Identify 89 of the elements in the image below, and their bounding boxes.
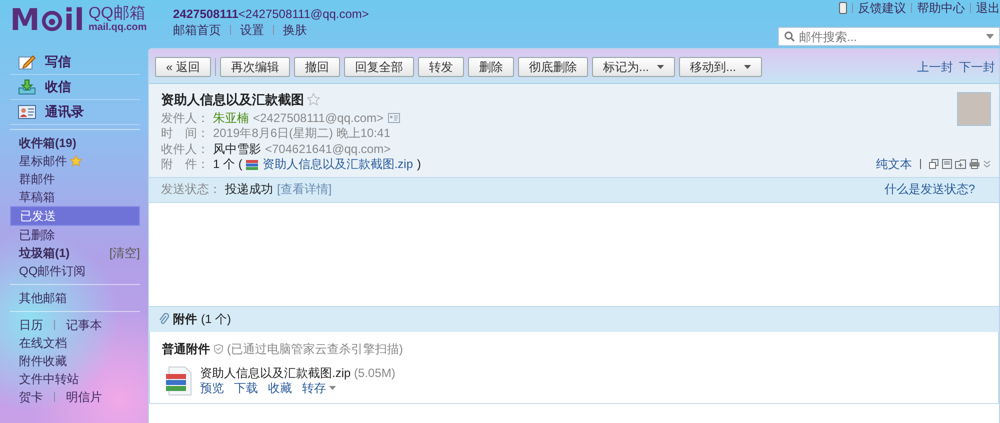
recipient-name: 风中雪影 [213, 142, 261, 157]
folder-item[interactable]: 星标邮件 [10, 152, 140, 170]
file-action-link[interactable]: 预览 [200, 380, 224, 396]
toolbar-button[interactable]: 回复全部 [344, 57, 414, 77]
top-link[interactable]: 帮助中心 [917, 0, 965, 16]
folder-item[interactable]: 收件箱(19) [10, 134, 140, 152]
toolbar-button[interactable]: 删除 [468, 57, 514, 77]
note-icon[interactable] [942, 159, 952, 169]
star-icon[interactable] [307, 93, 320, 106]
toolbar-button[interactable]: 再次编辑 [220, 57, 290, 77]
star-icon [70, 155, 82, 167]
header-link[interactable]: 换肤 [283, 22, 307, 38]
attachment-link[interactable]: 资助人信息以及汇款截图.zip [262, 157, 414, 172]
account-id: 2427508111 [173, 7, 238, 21]
logo[interactable]: M il [10, 6, 84, 36]
caret-icon [329, 386, 336, 390]
account-email: <2427508111@qq.com> [238, 7, 369, 21]
attachments-title: 附件 [173, 310, 197, 328]
folder-item[interactable]: 草稿箱 [10, 188, 140, 206]
search-icon [784, 31, 795, 42]
print-icon[interactable] [969, 159, 980, 169]
folder-item[interactable]: 其他邮箱 [10, 289, 140, 307]
logo-domain: mail.qq.com [88, 21, 147, 35]
folder-item[interactable]: 文件中转站 [10, 370, 140, 388]
folder-item[interactable]: 在线文档 [10, 334, 140, 352]
header-link[interactable]: 邮箱首页 [173, 22, 221, 38]
plain-text-link[interactable]: 纯文本 [876, 156, 912, 172]
window-icon[interactable] [929, 159, 939, 169]
sent-time: 2019年8月6日(星期二) 晚上10:41 [213, 126, 390, 142]
field-label: 发送状态： [161, 181, 221, 198]
folder-icon[interactable] [955, 159, 966, 169]
folder-item[interactable]: 群邮件 [10, 170, 140, 188]
logo-title: QQ邮箱 [88, 7, 146, 21]
sidebar-action[interactable]: 收信 [10, 75, 140, 100]
caret-icon [744, 65, 752, 69]
attachments-count: (1 个) [201, 310, 231, 328]
folder-item[interactable]: 日历 记事本 [10, 316, 140, 334]
archive-file-icon [166, 366, 192, 396]
attachment-count: 1 个 ( [213, 157, 242, 172]
caret-icon [657, 65, 664, 69]
sidebar-action[interactable]: 写信 [10, 50, 140, 75]
archive-file-icon [246, 160, 258, 170]
folder-item[interactable]: 附件收藏 [10, 352, 140, 370]
phone-icon[interactable] [839, 2, 847, 14]
search-field[interactable]: 邮件搜索... [778, 27, 1000, 46]
status-value: 投递成功 [225, 181, 273, 198]
help-link[interactable]: 什么是发送状态? [884, 181, 975, 198]
logo-ring-icon [40, 10, 63, 32]
paren-text: ) [417, 157, 422, 172]
dropdown-caret-icon[interactable] [986, 34, 994, 39]
toolbar-button[interactable]: 转发 [418, 57, 464, 77]
file-action-link[interactable]: 收藏 [268, 380, 292, 396]
field-label: 时 间： [161, 126, 209, 142]
file-action-link[interactable]: 下载 [234, 380, 258, 396]
back-button[interactable]: « 返回 [155, 57, 212, 77]
recipient-email: <704621641@qq.com> [265, 142, 391, 157]
top-link[interactable]: 退出 [976, 0, 1000, 16]
file-name: 资助人信息以及汇款截图.zip [200, 366, 351, 380]
shield-icon [214, 344, 223, 354]
pencil-note-icon [18, 54, 36, 70]
toolbar-button[interactable]: 撤回 [294, 57, 340, 77]
file-action-link[interactable]: 转存 [302, 380, 336, 396]
paperclip-icon [159, 313, 169, 325]
field-label: 收件人： [161, 142, 209, 157]
top-link[interactable]: 反馈建议 [858, 0, 906, 16]
mail-nav-link[interactable]: 上一封 [917, 58, 953, 76]
folder-item[interactable]: 垃圾箱(1) [清空] [10, 244, 140, 262]
toolbar-button[interactable]: 标记为... [592, 57, 676, 77]
contact-card-icon [18, 105, 36, 119]
header-link[interactable]: 设置 [240, 22, 264, 38]
expand-icon[interactable] [983, 160, 991, 168]
contact-card-icon[interactable] [388, 113, 400, 124]
folder-item[interactable]: 贺卡 明信片 [10, 388, 140, 406]
scan-note: (已通过电脑管家云查杀引擎扫描) [227, 340, 403, 358]
field-label: 附 件： [161, 157, 209, 172]
folder-item[interactable]: 已删除 [10, 226, 140, 244]
folder-item-selected[interactable]: 已发送 [10, 206, 140, 226]
inbox-download-icon [18, 79, 36, 95]
sender-email: <2427508111@qq.com> [253, 110, 384, 126]
folder-item[interactable]: QQ邮件订阅 [10, 262, 140, 280]
toolbar-button[interactable]: 移动到... [679, 57, 762, 77]
group-title: 普通附件 [162, 340, 210, 358]
field-label: 发件人： [161, 110, 209, 126]
toolbar-button[interactable]: 彻底删除 [518, 57, 588, 77]
sender-name[interactable]: 朱亚楠 [213, 110, 249, 126]
sidebar-action[interactable]: 通讯录 [10, 100, 140, 125]
mail-nav-link[interactable]: 下一封 [959, 58, 995, 76]
file-size: (5.05M) [354, 366, 396, 380]
mail-subject: 资助人信息以及汇款截图 [161, 92, 304, 108]
